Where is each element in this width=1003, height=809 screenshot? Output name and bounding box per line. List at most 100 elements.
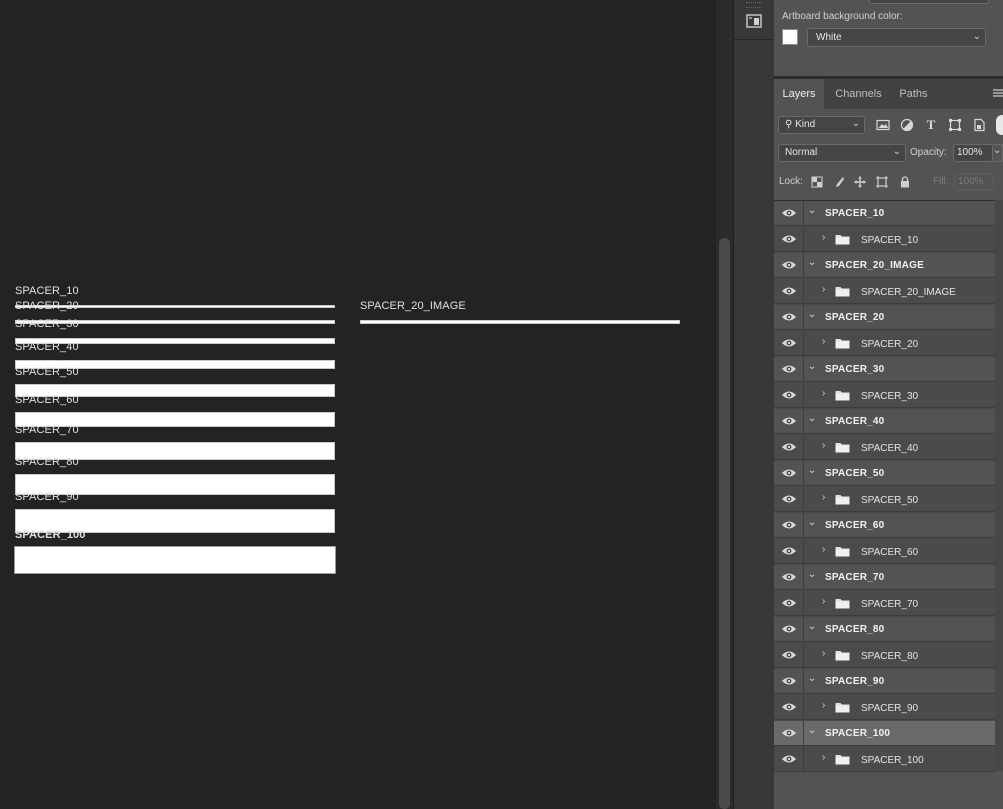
layers-scrollbar[interactable] <box>995 200 1003 770</box>
panel-grip[interactable] <box>746 2 762 8</box>
layer-child-row[interactable]: › SPACER_40 <box>774 435 995 460</box>
eye-visibility-icon[interactable] <box>781 493 797 505</box>
adjustment-layer-filter-icon[interactable] <box>900 118 914 132</box>
artboard-label-spacer-50[interactable]: SPACER_50 <box>15 366 79 378</box>
fill-input[interactable]: 100% <box>954 173 994 190</box>
eye-visibility-icon[interactable] <box>781 701 797 713</box>
lock-artboard-nesting-icon[interactable] <box>875 175 889 189</box>
chevron-right-icon[interactable]: › <box>822 388 825 399</box>
eye-visibility-icon[interactable] <box>781 727 797 739</box>
chevron-down-icon[interactable]: ⌄ <box>807 517 817 528</box>
layer-group-row[interactable]: ⌄ SPACER_20 <box>774 305 995 330</box>
layer-group-row[interactable]: ⌄ SPACER_60 <box>774 513 995 538</box>
layer-group-row[interactable]: ⌄ SPACER_40 <box>774 409 995 434</box>
artboard-spacer-20-image[interactable] <box>360 320 680 324</box>
eye-visibility-icon[interactable] <box>781 337 797 349</box>
artboard-label-spacer-30[interactable]: SPACER_30 <box>15 318 79 330</box>
chevron-right-icon[interactable]: › <box>822 544 825 555</box>
scrollbar-thumb[interactable] <box>719 238 730 809</box>
eye-visibility-icon[interactable] <box>781 545 797 557</box>
layer-group-row[interactable]: ⌄ SPACER_100 <box>774 721 995 746</box>
lock-position-icon[interactable] <box>853 175 867 189</box>
eye-visibility-icon[interactable] <box>781 207 797 219</box>
panel-menu-icon[interactable] <box>993 88 1003 100</box>
layer-child-row[interactable]: › SPACER_30 <box>774 383 995 408</box>
eye-visibility-icon[interactable] <box>781 285 797 297</box>
layer-child-row[interactable]: › SPACER_100 <box>774 747 995 772</box>
eye-visibility-icon[interactable] <box>781 649 797 661</box>
eye-visibility-icon[interactable] <box>781 389 797 401</box>
layer-group-row[interactable]: ⌄ SPACER_70 <box>774 565 995 590</box>
tab-layers[interactable]: Layers <box>774 79 824 109</box>
chevron-right-icon[interactable]: › <box>822 284 825 295</box>
eye-visibility-icon[interactable] <box>781 415 797 427</box>
lock-transparent-pixels-icon[interactable] <box>810 175 824 189</box>
layer-child-row[interactable]: › SPACER_90 <box>774 695 995 720</box>
opacity-input[interactable]: 100% <box>953 144 993 162</box>
layer-child-row[interactable]: › SPACER_20_IMAGE <box>774 279 995 304</box>
artboard-label-spacer-70[interactable]: SPACER_70 <box>15 424 79 436</box>
eye-visibility-icon[interactable] <box>781 597 797 609</box>
chevron-down-icon[interactable]: ⌄ <box>807 621 817 632</box>
type-layer-filter-icon[interactable]: T <box>924 118 938 132</box>
artboard-label-spacer-80[interactable]: SPACER_80 <box>15 456 79 468</box>
layer-child-row[interactable]: › SPACER_80 <box>774 643 995 668</box>
artboard-label-spacer-100[interactable]: SPACER_100 <box>15 529 86 541</box>
artboard-label-spacer-20[interactable]: SPACER_20 <box>15 300 79 312</box>
chevron-right-icon[interactable]: › <box>822 336 825 347</box>
eye-visibility-icon[interactable] <box>781 363 797 375</box>
chevron-down-icon[interactable]: ⌄ <box>807 725 817 736</box>
eye-visibility-icon[interactable] <box>781 467 797 479</box>
tab-paths[interactable]: Paths <box>891 79 936 109</box>
lock-all-icon[interactable] <box>898 175 912 189</box>
layers-list[interactable]: ⌄ SPACER_10 › SPACER_10 ⌄ SPACER_20_IMAGE › SPA… <box>774 200 1003 772</box>
layer-group-row[interactable]: ⌄ SPACER_90 <box>774 669 995 694</box>
chevron-right-icon[interactable]: › <box>822 492 825 503</box>
artboard-label-spacer-40[interactable]: SPACER_40 <box>15 341 79 353</box>
blend-mode-select[interactable]: Normal ⌄ <box>778 144 906 162</box>
chevron-right-icon[interactable]: › <box>822 648 825 659</box>
opacity-dropdown-button[interactable]: ⌄ <box>993 144 1003 162</box>
eye-visibility-icon[interactable] <box>781 675 797 687</box>
eye-visibility-icon[interactable] <box>781 519 797 531</box>
layer-group-row[interactable]: ⌄ SPACER_80 <box>774 617 995 642</box>
eye-visibility-icon[interactable] <box>781 311 797 323</box>
chevron-right-icon[interactable]: › <box>822 440 825 451</box>
pixel-layer-filter-icon[interactable] <box>876 118 890 132</box>
artboard-label-spacer-90[interactable]: SPACER_90 <box>15 491 79 503</box>
properties-panel-icon[interactable] <box>745 12 763 30</box>
eye-visibility-icon[interactable] <box>781 441 797 453</box>
filter-toggle-switch[interactable] <box>996 115 1003 135</box>
chevron-down-icon[interactable]: ⌄ <box>807 309 817 320</box>
artboard-bg-select[interactable]: White ⌄ <box>807 28 986 47</box>
artboard-label-spacer-60[interactable]: SPACER_60 <box>15 394 79 406</box>
eye-visibility-icon[interactable] <box>781 571 797 583</box>
smart-object-filter-icon[interactable] <box>972 118 986 132</box>
layer-child-row[interactable]: › SPACER_60 <box>774 539 995 564</box>
layer-group-row[interactable]: ⌄ SPACER_30 <box>774 357 995 382</box>
chevron-down-icon[interactable]: ⌄ <box>807 465 817 476</box>
chevron-right-icon[interactable]: › <box>822 752 825 763</box>
chevron-down-icon[interactable]: ⌄ <box>807 257 817 268</box>
layer-group-row[interactable]: ⌄ SPACER_20_IMAGE <box>774 253 995 278</box>
eye-visibility-icon[interactable] <box>781 259 797 271</box>
layer-child-row[interactable]: › SPACER_10 <box>774 227 995 252</box>
chevron-right-icon[interactable]: › <box>822 232 825 243</box>
layer-child-row[interactable]: › SPACER_50 <box>774 487 995 512</box>
layer-child-row[interactable]: › SPACER_20 <box>774 331 995 356</box>
chevron-down-icon[interactable]: ⌄ <box>807 361 817 372</box>
properties-top-field[interactable] <box>869 0 989 4</box>
artboard-spacer-100[interactable] <box>14 546 336 574</box>
artboard-bg-swatch[interactable] <box>782 29 798 45</box>
eye-visibility-icon[interactable] <box>781 233 797 245</box>
shape-layer-filter-icon[interactable] <box>948 118 962 132</box>
tab-channels[interactable]: Channels <box>826 79 891 109</box>
chevron-right-icon[interactable]: › <box>822 596 825 607</box>
document-canvas[interactable]: SPACER_10 SPACER_20 SPACER_30 SPACER_40 … <box>0 0 716 809</box>
lock-image-pixels-icon[interactable] <box>832 175 846 189</box>
artboard-label-spacer-20-image[interactable]: SPACER_20_IMAGE <box>360 300 466 312</box>
chevron-down-icon[interactable]: ⌄ <box>807 413 817 424</box>
eye-visibility-icon[interactable] <box>781 623 797 635</box>
eye-visibility-icon[interactable] <box>781 753 797 765</box>
canvas-vertical-scrollbar[interactable] <box>716 0 733 809</box>
